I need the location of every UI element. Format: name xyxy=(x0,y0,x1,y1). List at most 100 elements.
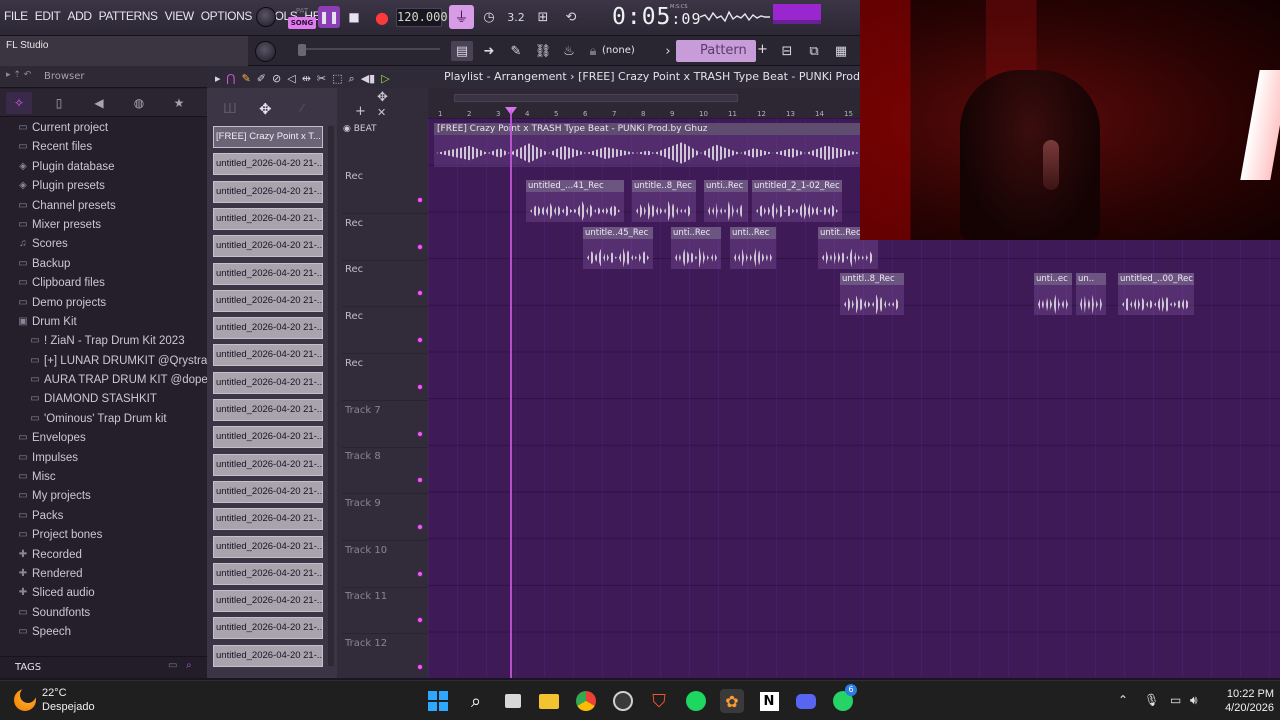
clip-source-item[interactable]: untitled_2026-04-20 21-... xyxy=(213,344,323,367)
audio-clip[interactable]: untitled_...41_Rec xyxy=(526,180,624,222)
beat-clip[interactable]: [FREE] Crazy Point x TRASH Type Beat - P… xyxy=(434,123,860,167)
clip-source-item[interactable]: untitled_2026-04-20 21-... xyxy=(213,399,323,421)
brush-icon[interactable]: ⁄ xyxy=(301,102,303,115)
clip-source-item[interactable]: untitled_2026-04-20 21-... xyxy=(213,317,323,340)
clip-list-icon[interactable]: Ш xyxy=(223,102,237,117)
master-pitch-slider-handle[interactable] xyxy=(298,44,306,56)
clip-source-item[interactable]: untitled_2026-04-20 21-... xyxy=(213,453,323,476)
pencil-tool-icon[interactable]: ✎ xyxy=(242,72,251,86)
browser-item[interactable]: ▭ 'Ominous' Trap Drum kit xyxy=(0,409,207,428)
browser-tab-audio[interactable]: ◀ xyxy=(86,92,112,114)
discord-button[interactable] xyxy=(794,689,818,713)
track-options-icon[interactable]: ✥ xyxy=(377,90,388,105)
clip-source-item[interactable]: untitled_2026-04-20 21-... xyxy=(213,508,323,531)
chevron-up-icon[interactable]: ⌃ xyxy=(1118,693,1128,707)
add-track-icon[interactable]: + xyxy=(355,104,366,119)
track-header[interactable]: Track 12 xyxy=(342,635,428,681)
moon-icon[interactable] xyxy=(14,687,36,711)
audio-clip[interactable]: unti..Rec xyxy=(730,226,776,269)
clip-source-item[interactable]: untitled_2026-04-20 21-... xyxy=(213,371,323,394)
browser-item[interactable]: ▭ Recent files xyxy=(0,137,207,156)
clip-source-item[interactable]: untitled_2026-04-20 21-... xyxy=(213,480,323,503)
track-header[interactable]: Track 7 xyxy=(342,402,428,448)
playlist-view-button[interactable]: ⊟ xyxy=(776,41,798,61)
clip-source-item[interactable]: untitled_2026-04-20 21-... xyxy=(213,426,323,449)
browser-item[interactable]: ▭ Current project xyxy=(0,118,207,137)
menu-options[interactable]: OPTIONS xyxy=(201,9,253,23)
browser-item[interactable]: ▭ Soundfonts xyxy=(0,603,207,622)
channel-rack-button[interactable]: ⧉ xyxy=(803,41,825,61)
browser-item[interactable]: ✚ Sliced audio xyxy=(0,583,207,602)
horizontal-scrollbar[interactable] xyxy=(454,94,738,102)
close-icon[interactable]: ✕ xyxy=(377,106,386,119)
pattern-selector[interactable]: Pattern 2 xyxy=(676,40,756,80)
clip-list-scrollbar[interactable] xyxy=(328,126,334,666)
browser-item[interactable]: ▭ Demo projects xyxy=(0,293,207,312)
audio-clip[interactable]: untitled_..00_Rec xyxy=(1118,273,1194,316)
clip-source-item[interactable]: untitled_2026-04-20 21-... xyxy=(213,644,323,667)
pat-song-toggle[interactable]: PAT SONG xyxy=(288,5,316,31)
menu-edit[interactable]: EDIT xyxy=(35,9,61,23)
link-button[interactable]: ⛓ xyxy=(532,41,554,61)
network-icon[interactable]: ▭ xyxy=(1170,693,1181,707)
track-enable-led[interactable] xyxy=(417,523,423,530)
plugin-picker-button[interactable]: ♨ xyxy=(558,41,580,61)
folder-icon[interactable]: ▭ xyxy=(168,660,177,671)
clip-source-item[interactable]: untitled_2026-04-20 21-... xyxy=(213,207,323,230)
spotify-button[interactable] xyxy=(684,689,708,713)
delete-tool-icon[interactable]: ⊘ xyxy=(272,72,281,86)
play-arrangement-icon[interactable]: ▷ xyxy=(381,72,389,86)
search-button[interactable]: ⌕ xyxy=(464,689,488,713)
clip-source-item[interactable]: untitled_2026-04-20 21-... xyxy=(213,289,323,312)
system-clock[interactable]: 10:22 PM 4/20/2026 xyxy=(1218,687,1274,715)
browser-item[interactable]: ▭ Packs xyxy=(0,506,207,525)
add-pattern-button[interactable]: + xyxy=(757,42,768,60)
lock-button[interactable]: 🔒︎ xyxy=(586,43,600,59)
snap-selector[interactable]: (none) xyxy=(602,43,654,59)
stop-button[interactable]: ■ xyxy=(343,6,365,28)
browser-item[interactable]: ◈ Plugin database xyxy=(0,157,207,176)
metronome-button[interactable]: ⏚ xyxy=(449,5,474,29)
audio-clip[interactable]: untitled_2_1-02_Rec xyxy=(752,180,842,222)
browser-tab-plugins[interactable]: ◍ xyxy=(126,92,152,114)
clip-source-item[interactable]: untitled_2026-04-20 21-... xyxy=(213,562,323,585)
browser-item[interactable]: ▭ DIAMOND STASHKIT xyxy=(0,389,207,408)
song-time[interactable]: 0:05:09 xyxy=(612,4,701,30)
notion-button[interactable]: N xyxy=(757,689,781,713)
track-enable-led[interactable] xyxy=(417,617,423,624)
slip-tool-icon[interactable]: ⇹ xyxy=(302,72,311,86)
track-header[interactable]: Track 10 xyxy=(342,542,428,588)
menu-file[interactable]: FILE xyxy=(4,9,28,23)
piano-roll-button[interactable]: ✎ xyxy=(505,41,527,61)
search-icon[interactable]: ⌕ xyxy=(186,660,192,671)
track-enable-led[interactable] xyxy=(417,664,423,670)
brave-button[interactable]: ⛉ xyxy=(647,689,671,713)
track-header[interactable]: Rec xyxy=(342,261,428,308)
zoom-tool-icon[interactable]: ⌕ xyxy=(349,72,355,86)
track-enable-led[interactable] xyxy=(417,383,423,390)
volume-icon[interactable]: 🔊︎ xyxy=(1190,693,1198,708)
playlist-menu-arrow[interactable]: ▸ xyxy=(215,72,221,86)
audio-clip[interactable]: unti..Rec xyxy=(704,180,748,222)
clip-source-item[interactable]: untitled_2026-04-20 21-... xyxy=(213,535,323,558)
magnet-icon[interactable]: ⋂ xyxy=(227,72,236,86)
paint-tool-icon[interactable]: ✐ xyxy=(257,72,266,86)
loop-record-button[interactable]: ⟲ xyxy=(560,7,582,27)
precount-button[interactable]: 3.2 xyxy=(504,7,528,27)
browser-item[interactable]: ▭ My projects xyxy=(0,486,207,505)
menu-view[interactable]: VIEW xyxy=(165,9,194,23)
audio-clip[interactable]: untitle..8_Rec xyxy=(632,180,696,222)
file-explorer-button[interactable] xyxy=(537,689,561,713)
weather-condition[interactable]: Despejado xyxy=(42,701,95,713)
blend-notes-button[interactable]: ⊞ xyxy=(532,7,554,27)
clip-source-item[interactable]: untitled_2026-04-20 21-... xyxy=(213,262,323,285)
browser-tab-starred[interactable]: ★ xyxy=(166,92,192,114)
track-header[interactable]: Rec xyxy=(342,215,428,261)
track-enable-led[interactable] xyxy=(417,477,423,484)
record-button[interactable]: ● xyxy=(371,6,393,28)
clip-source-item[interactable]: untitled_2026-04-20 21-... xyxy=(213,590,323,613)
track-header[interactable]: Track 11 xyxy=(342,588,428,635)
pattern-prev-button[interactable]: › xyxy=(662,43,674,59)
master-volume-knob[interactable] xyxy=(256,7,276,27)
browser-item[interactable]: ▭ [+] LUNAR DRUMKIT @Qrystral xyxy=(0,351,207,370)
